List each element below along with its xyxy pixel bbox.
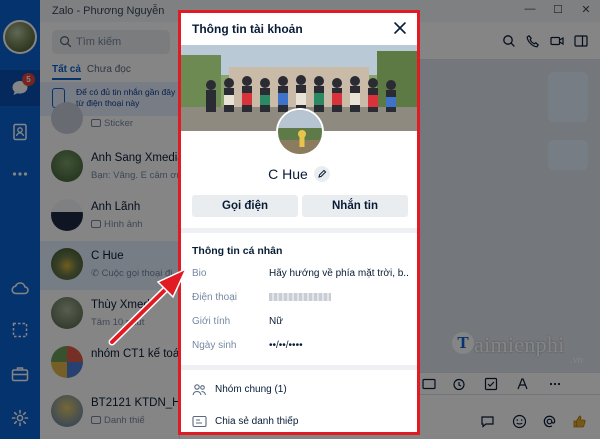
phone-value-redacted <box>269 293 331 301</box>
share-card-item[interactable]: Chia sẻ danh thiếp <box>192 415 412 431</box>
call-button[interactable]: Gọi điện <box>192 195 298 217</box>
contact-card-icon <box>192 415 207 428</box>
phone-row: Điện thoại <box>192 292 412 306</box>
dialog-title: Thông tin tài khoản <box>192 22 303 36</box>
divider <box>181 228 417 233</box>
profile-avatar[interactable] <box>276 108 324 156</box>
close-icon[interactable] <box>391 19 409 37</box>
gender-value: Nữ <box>269 316 283 327</box>
profile-name: C Hue <box>268 166 308 182</box>
birthday-value: ••/••/•••• <box>269 340 303 351</box>
birthday-row: Ngày sinh ••/••/•••• <box>192 340 412 354</box>
account-info-dialog: Thông tin tài khoản C Hue Gọi điện Nhắn … <box>178 10 420 435</box>
birthday-label: Ngày sinh <box>192 340 237 351</box>
group-icon <box>192 384 207 396</box>
profile-name-row: C Hue <box>181 166 417 182</box>
bio-label: Bio <box>192 268 207 279</box>
bio-value: Hãy hướng về phía mặt trời, b... <box>269 268 409 279</box>
message-button[interactable]: Nhắn tin <box>302 195 408 217</box>
edit-pencil-icon[interactable] <box>313 166 330 182</box>
gender-row: Giới tính Nữ <box>192 316 412 330</box>
bio-row: Bio Hãy hướng về phía mặt trời, b... <box>192 268 412 282</box>
common-groups-label: Nhóm chung (1) <box>215 384 287 395</box>
common-groups-item[interactable]: Nhóm chung (1) <box>192 383 412 399</box>
section-title: Thông tin cá nhân <box>192 245 283 257</box>
dialog-header: Thông tin tài khoản <box>181 13 417 45</box>
phone-label: Điện thoại <box>192 292 238 303</box>
divider <box>181 365 417 370</box>
share-card-label: Chia sẻ danh thiếp <box>215 416 299 427</box>
gender-label: Giới tính <box>192 316 231 327</box>
